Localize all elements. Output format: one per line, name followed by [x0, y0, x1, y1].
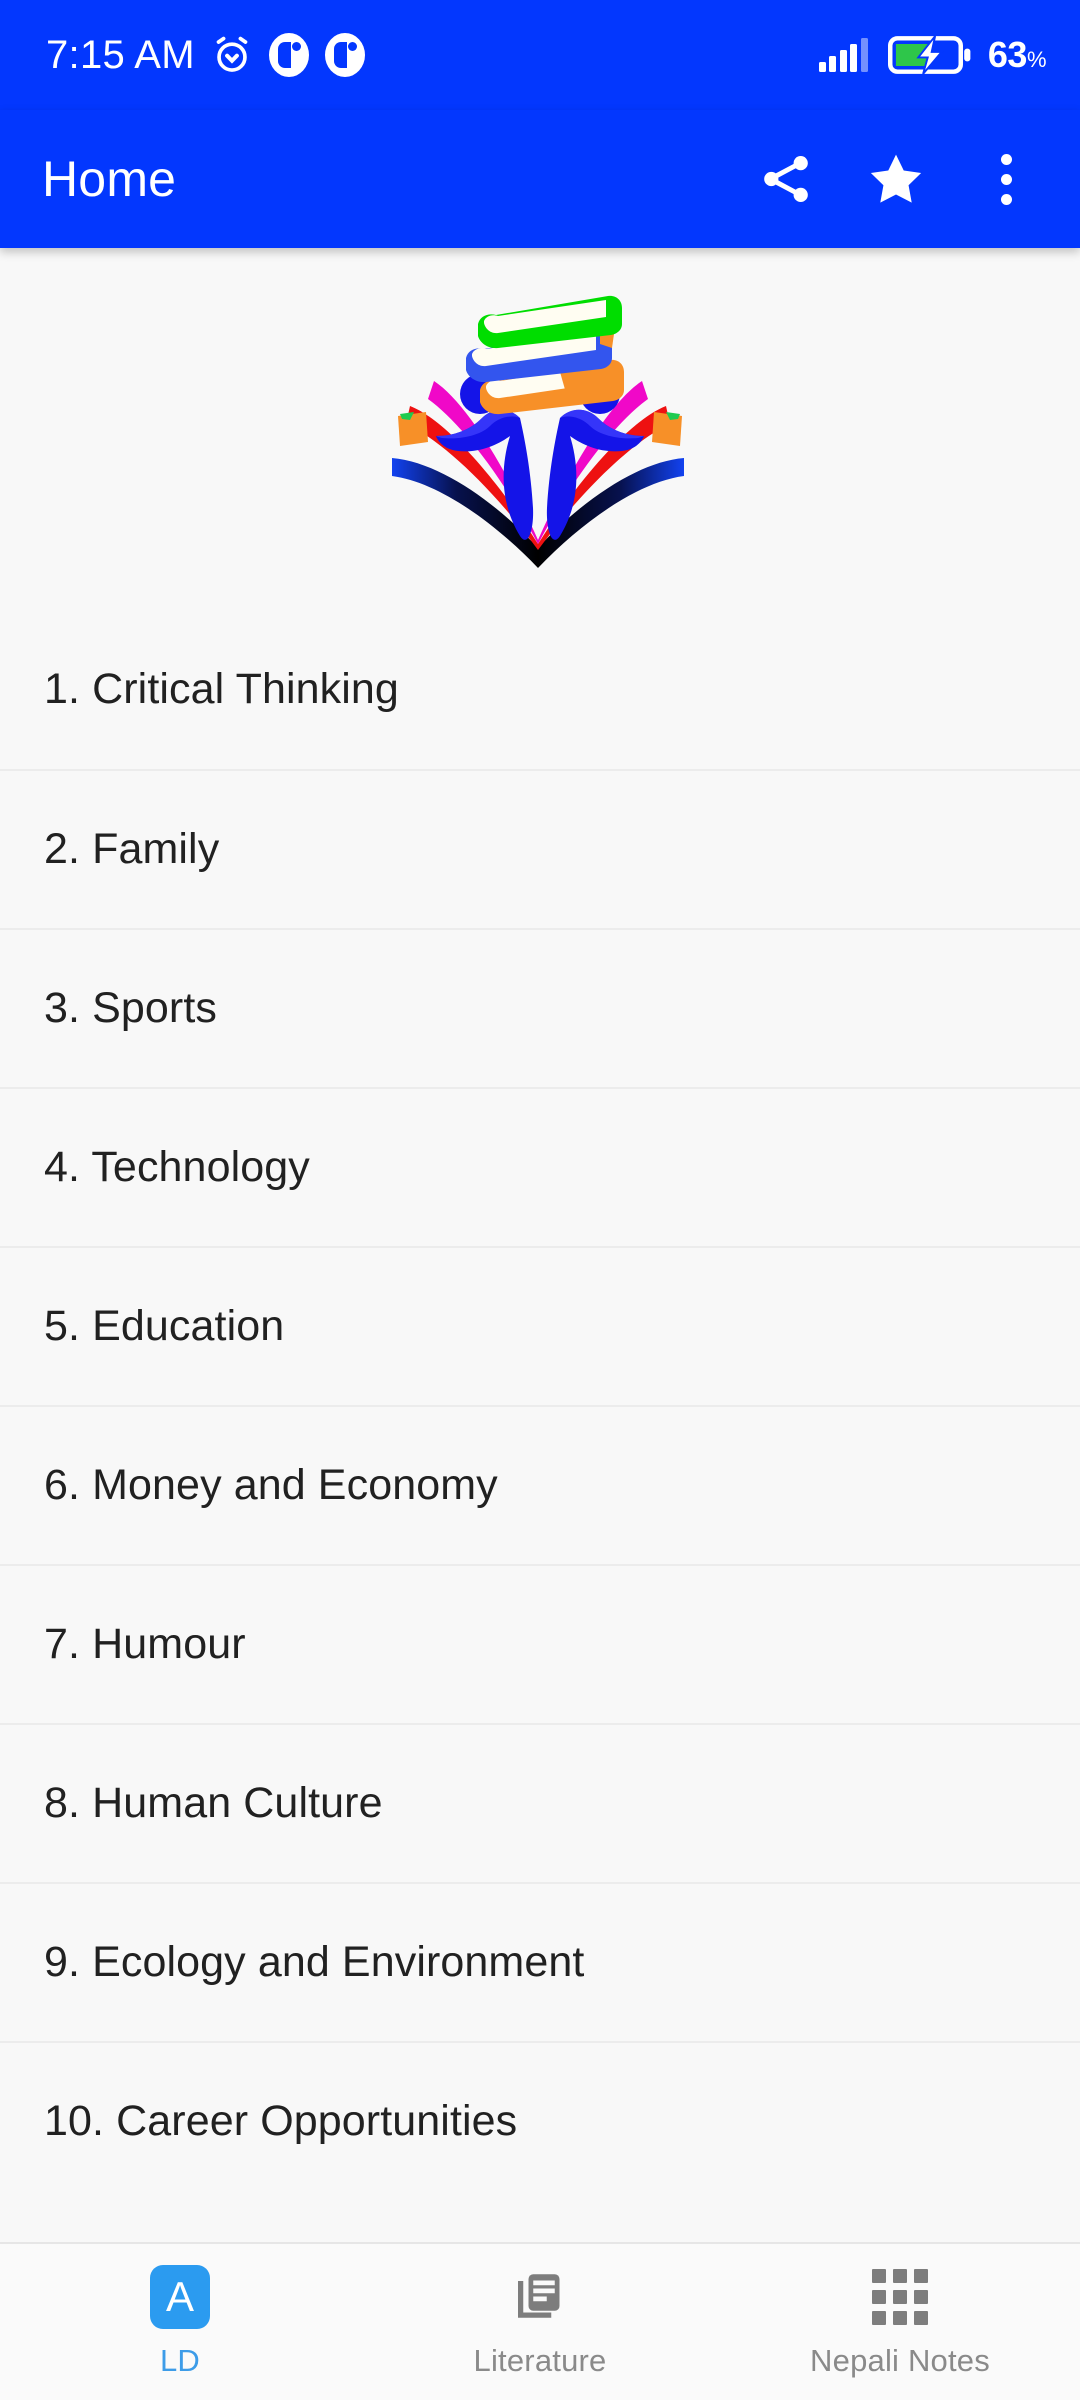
- list-item-label: 7. Humour: [44, 1619, 246, 1668]
- list-item[interactable]: 6. Money and Economy: [0, 1405, 1080, 1564]
- list-item-label: 5. Education: [44, 1301, 285, 1350]
- list-item[interactable]: 2. Family: [0, 769, 1080, 928]
- ld-badge-icon: A: [150, 2265, 210, 2329]
- status-bar-right: 63%: [818, 34, 1047, 76]
- battery-percent-label: 63%: [987, 34, 1047, 75]
- status-bar-clock: 7:15 AM: [46, 33, 195, 77]
- list-item[interactable]: 5. Education: [0, 1246, 1080, 1405]
- app-bar-actions: [750, 143, 1042, 215]
- grid-apps-icon: [872, 2265, 928, 2329]
- list-item-label: 2. Family: [44, 824, 220, 873]
- list-item-label: 4. Technology: [44, 1142, 310, 1191]
- signal-bars-icon: [818, 38, 868, 72]
- app-notification-icon: [324, 33, 365, 77]
- list-item-label: 1. Critical Thinking: [44, 664, 399, 713]
- library-books-icon: [510, 2265, 570, 2329]
- list-item[interactable]: 4. Technology: [0, 1087, 1080, 1246]
- list-item[interactable]: 1. Critical Thinking: [0, 610, 1080, 769]
- list-item-label: 3. Sports: [44, 983, 217, 1032]
- list-item[interactable]: 8. Human Culture: [0, 1723, 1080, 1882]
- list-item[interactable]: 10. Career Opportunities: [0, 2041, 1080, 2200]
- list-item[interactable]: 7. Humour: [0, 1564, 1080, 1723]
- share-icon[interactable]: [750, 143, 822, 215]
- ld-badge-letter: A: [150, 2265, 210, 2329]
- app-bar: Home: [0, 110, 1080, 248]
- nav-label-literature: Literature: [473, 2343, 607, 2378]
- main-content: 1. Critical Thinking 2. Family 3. Sports…: [0, 248, 1080, 2242]
- app-notification-icon: [268, 33, 309, 77]
- nav-label-nepali-notes: Nepali Notes: [810, 2343, 990, 2378]
- page-title: Home: [42, 151, 177, 207]
- category-list: 1. Critical Thinking 2. Family 3. Sports…: [0, 610, 1080, 2200]
- overflow-menu-icon[interactable]: [970, 143, 1042, 215]
- nav-item-nepali-notes[interactable]: Nepali Notes: [720, 2244, 1080, 2400]
- battery-charging-icon: [887, 34, 974, 76]
- nav-item-ld[interactable]: A LD: [0, 2244, 360, 2400]
- nav-label-ld: LD: [159, 2343, 201, 2378]
- status-bar: 7:15 AM 63%: [0, 0, 1080, 110]
- list-item-label: 8. Human Culture: [44, 1778, 383, 1827]
- alarm-icon: [211, 34, 253, 76]
- app-root: 7:15 AM 63% Home 1. Critical Thinking 2.…: [0, 0, 1080, 2400]
- list-item-label: 6. Money and Economy: [44, 1460, 498, 1509]
- bottom-navigation: A LD Literature Nepali Notes: [0, 2242, 1080, 2400]
- list-item-label: 9. Ecology and Environment: [44, 1937, 585, 1986]
- list-item[interactable]: 3. Sports: [0, 928, 1080, 1087]
- list-item[interactable]: 9. Ecology and Environment: [0, 1882, 1080, 2041]
- nav-item-literature[interactable]: Literature: [360, 2244, 720, 2400]
- list-item-label: 10. Career Opportunities: [44, 2096, 518, 2145]
- star-icon[interactable]: [860, 143, 932, 215]
- status-bar-left: 7:15 AM: [46, 33, 365, 77]
- logo-container: [0, 248, 1080, 610]
- app-logo: [392, 295, 684, 568]
